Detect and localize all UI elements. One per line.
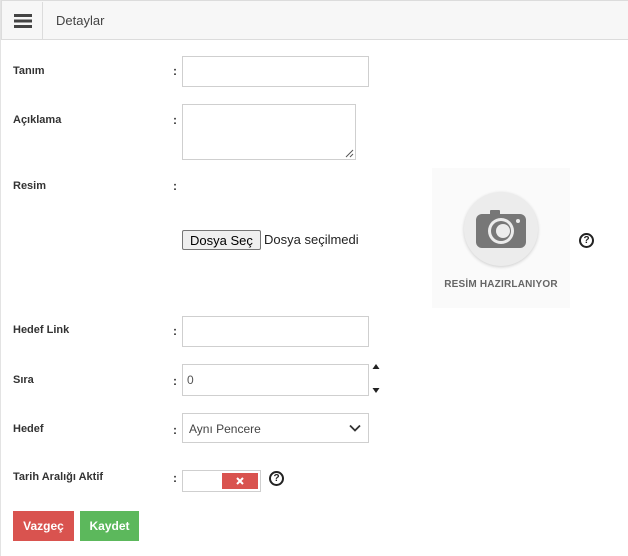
panel-header: Detaylar	[1, 0, 628, 40]
cancel-button[interactable]: Vazgeç	[13, 511, 74, 541]
tanim-input[interactable]	[182, 56, 369, 87]
tanim-colon: :	[173, 64, 177, 78]
toggle-off-indicator	[222, 473, 258, 489]
hamburger-menu-icon[interactable]	[3, 2, 43, 39]
choose-file-button[interactable]: Dosya Seç	[182, 230, 261, 250]
save-button[interactable]: Kaydet	[80, 511, 139, 541]
aciklama-label: Açıklama	[13, 114, 62, 126]
aciklama-colon: :	[173, 113, 177, 127]
hedef-colon: :	[173, 423, 177, 437]
hedef-link-input[interactable]	[182, 316, 369, 347]
image-placeholder: RESİM HAZIRLANIYOR	[432, 168, 570, 308]
sira-label: Sıra	[13, 374, 34, 386]
aciklama-textarea[interactable]	[182, 104, 356, 160]
image-placeholder-caption: RESİM HAZIRLANIYOR	[444, 279, 558, 290]
details-panel: Detaylar Tanım : Açıklama : Resim : Dosy…	[0, 0, 628, 556]
resim-help-icon[interactable]: ?	[579, 233, 594, 248]
sira-colon: :	[173, 374, 177, 388]
hedef-label: Hedef	[13, 423, 44, 435]
resim-label: Resim	[13, 180, 47, 192]
camera-icon	[464, 192, 538, 266]
sira-number-input[interactable]	[182, 364, 369, 396]
tarih-araligi-label: Tarih Aralığı Aktif	[13, 471, 104, 483]
chevron-down-icon	[349, 424, 361, 432]
hedef-link-colon: :	[173, 324, 177, 338]
tarih-araligi-help-icon[interactable]: ?	[269, 471, 284, 486]
tanim-label: Tanım	[13, 65, 45, 77]
hedef-link-label: Hedef Link	[13, 324, 70, 336]
tarih-araligi-toggle[interactable]	[182, 470, 261, 492]
tarih-araligi-colon: :	[173, 471, 177, 485]
hedef-select-value: Aynı Pencere	[189, 422, 261, 436]
close-icon	[236, 477, 244, 485]
resize-grip-icon[interactable]	[345, 149, 354, 158]
spin-up-icon[interactable]	[372, 363, 380, 371]
spin-down-icon[interactable]	[372, 386, 380, 394]
hedef-select[interactable]: Aynı Pencere	[182, 413, 369, 443]
panel-title: Detaylar	[56, 13, 105, 28]
file-status-text: Dosya seçilmedi	[264, 232, 359, 247]
resim-colon: :	[173, 179, 177, 193]
